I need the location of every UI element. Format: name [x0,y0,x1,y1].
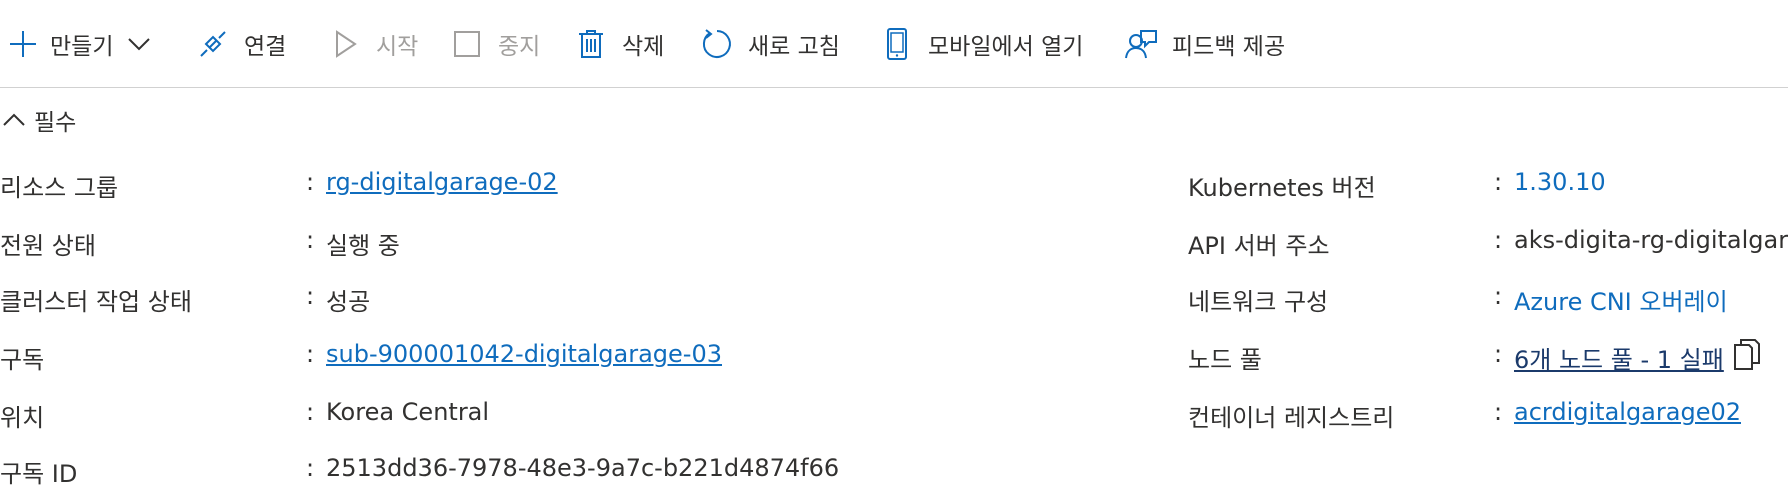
colon: : [306,226,315,254]
node-pools-label: 노드 풀 [1188,346,1262,374]
container-registry-label: 컨테이너 레지스트리 [1188,404,1395,432]
chevron-down-icon[interactable] [127,36,151,52]
plus-icon [6,27,40,61]
stop-label: 중지 [498,34,541,60]
colon: : [1494,340,1503,368]
create-label: 만들기 [50,34,114,60]
container-registry-link[interactable]: acrdigitalgarage02 [1514,398,1741,426]
location-value: Korea Central [326,398,490,426]
play-icon [328,27,362,61]
refresh-button[interactable]: 새로 고침 [700,24,840,64]
feedback-button[interactable]: 피드백 제공 [1124,24,1285,64]
refresh-label: 새로 고침 [748,34,840,60]
network-config-label: 네트워크 구성 [1188,288,1329,316]
power-state-value: 실행 중 [326,232,400,260]
mobile-icon [880,27,914,61]
delete-label: 삭제 [622,34,665,60]
plug-icon [196,27,230,61]
colon: : [1494,398,1503,426]
api-server-value: aks-digita-rg-digitalgara [1514,226,1788,254]
colon: : [1494,168,1503,196]
feedback-label: 피드백 제공 [1172,34,1286,60]
network-config-link[interactable]: Azure CNI 오버레이 [1514,282,1728,317]
start-label: 시작 [376,34,419,60]
delete-button[interactable]: 삭제 [574,24,664,64]
chevron-up-icon [2,112,34,128]
stop-button[interactable]: 중지 [450,24,540,64]
stop-icon [450,27,484,61]
feedback-icon [1124,27,1158,61]
essentials-label: 필수 [34,110,77,136]
essentials-toggle[interactable]: 필수 [0,100,76,140]
trash-icon [574,27,608,61]
subscription-id-label: 구독 ID [0,460,78,488]
connect-label: 연결 [244,34,287,60]
refresh-icon [700,27,734,61]
kubernetes-version-link[interactable]: 1.30.10 [1514,168,1606,196]
colon: : [306,454,315,482]
subscription-id-value: 2513dd36-7978-48e3-9a7c-b221d4874f66 [326,454,840,482]
copy-icon[interactable] [1732,338,1762,376]
colon: : [1494,282,1503,310]
api-server-label: API 서버 주소 [1188,232,1330,260]
cluster-state-value: 성공 [326,288,371,316]
start-button[interactable]: 시작 [328,24,418,64]
colon: : [306,168,315,196]
colon: : [306,398,315,426]
colon: : [306,282,315,310]
node-pools-link[interactable]: 6개 노드 풀 - 1 실패 [1514,340,1724,375]
power-state-label: 전원 상태 [0,232,96,260]
resource-group-label: 리소스 그룹 [0,174,119,202]
open-mobile-label: 모바일에서 열기 [928,34,1084,60]
colon: : [306,340,315,368]
create-button[interactable]: 만들기 [6,24,151,64]
location-label: 위치 [0,404,45,432]
command-bar: 만들기 연결 시작 중지 삭제 새로 고침 모바일에서 열기 피드백 제공 [0,0,1788,88]
subscription-link[interactable]: sub-900001042-digitalgarage-03 [326,340,722,368]
cluster-state-label: 클러스터 작업 상태 [0,288,192,316]
subscription-label: 구독 [0,346,45,374]
kubernetes-version-label: Kubernetes 버전 [1188,174,1376,202]
colon: : [1494,226,1503,254]
connect-button[interactable]: 연결 [196,24,286,64]
resource-group-link[interactable]: rg-digitalgarage-02 [326,168,558,196]
open-mobile-button[interactable]: 모바일에서 열기 [880,24,1083,64]
